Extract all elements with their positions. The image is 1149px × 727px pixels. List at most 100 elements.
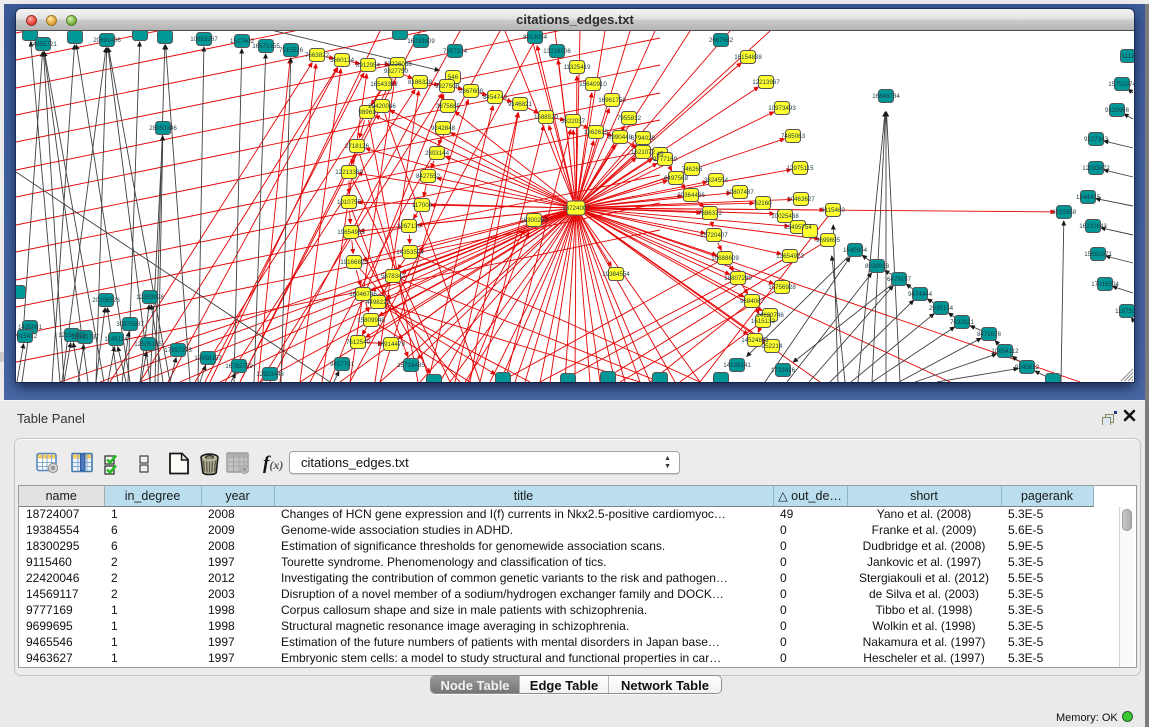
svg-text:19166825: 19166825 <box>340 259 368 266</box>
svg-text:7632621: 7632621 <box>950 319 975 326</box>
svg-text:6479197: 6479197 <box>887 276 912 283</box>
svg-text:3822037: 3822037 <box>561 118 586 125</box>
svg-text:12359928: 12359928 <box>136 294 164 301</box>
svg-text:14136141: 14136141 <box>723 362 751 369</box>
svg-text:1145114: 1145114 <box>104 336 128 343</box>
svg-text:13654923: 13654923 <box>776 253 804 260</box>
svg-text:17957273: 17957273 <box>164 347 192 354</box>
svg-text:8427552: 8427552 <box>416 173 441 180</box>
svg-text:15751074: 15751074 <box>1108 81 1134 88</box>
svg-text:2935134: 2935134 <box>929 305 954 312</box>
svg-text:6497568: 6497568 <box>664 175 689 182</box>
svg-text:14353504: 14353504 <box>396 249 424 256</box>
svg-text:17016504: 17016504 <box>1091 281 1119 288</box>
svg-text:2867608: 2867608 <box>459 88 484 95</box>
svg-text:7857224: 7857224 <box>443 48 468 55</box>
svg-text:12342737: 12342737 <box>71 334 99 341</box>
svg-text:12975115: 12975115 <box>786 165 814 172</box>
svg-text:12213967: 12213967 <box>752 79 780 86</box>
svg-text:18300295: 18300295 <box>520 217 548 224</box>
svg-text:11325419: 11325419 <box>563 64 591 71</box>
svg-text:9242848: 9242848 <box>431 125 456 132</box>
svg-text:9227343: 9227343 <box>1084 136 1109 143</box>
svg-text:10958157: 10958157 <box>194 355 222 362</box>
svg-text:3875685: 3875685 <box>436 103 461 110</box>
svg-text:1112: 1112 <box>1122 53 1134 60</box>
svg-text:2687682: 2687682 <box>709 37 734 44</box>
svg-text:9245612: 9245612 <box>1015 364 1040 371</box>
svg-text:12505135: 12505135 <box>134 341 162 348</box>
svg-text:16782759: 16782759 <box>225 363 253 370</box>
svg-text:8471676: 8471676 <box>977 331 1002 338</box>
svg-text:15809948: 15809948 <box>357 317 385 324</box>
svg-text:252214: 252214 <box>762 343 783 350</box>
svg-text:3915412: 3915412 <box>16 333 38 340</box>
svg-text:20206526: 20206526 <box>92 297 120 304</box>
svg-text:12213369: 12213369 <box>335 169 363 176</box>
svg-text:12093872: 12093872 <box>1082 165 1110 172</box>
svg-text:13218506: 13218506 <box>543 48 571 55</box>
svg-text:9684067: 9684067 <box>740 298 765 305</box>
svg-text:10807487: 10807487 <box>726 189 754 196</box>
svg-text:3660124: 3660124 <box>330 57 355 64</box>
svg-text:746266: 746266 <box>682 166 703 173</box>
svg-text:10756928: 10756928 <box>768 284 796 291</box>
svg-text:8912954: 8912954 <box>356 62 381 69</box>
svg-text:117006: 117006 <box>412 202 433 209</box>
svg-text:1527602: 1527602 <box>230 38 255 45</box>
svg-text:62160: 62160 <box>754 200 772 207</box>
svg-text:1362615: 1362615 <box>584 129 609 136</box>
svg-text:4498222: 4498222 <box>366 299 391 306</box>
svg-text:2803144: 2803144 <box>425 150 450 157</box>
svg-text:9777169: 9777169 <box>653 156 678 163</box>
svg-text:19384554: 19384554 <box>602 271 630 278</box>
svg-text:7515526: 7515526 <box>279 47 304 54</box>
svg-text:8813054: 8813054 <box>523 34 548 41</box>
svg-text:2718126: 2718126 <box>345 143 370 150</box>
svg-text:1615132: 1615132 <box>751 318 776 325</box>
svg-text:16033809: 16033809 <box>407 38 435 45</box>
svg-text:7886372: 7886372 <box>698 210 723 217</box>
svg-text:7663822: 7663822 <box>305 52 330 59</box>
svg-text:30975887: 30975887 <box>116 321 144 328</box>
svg-text:16046746: 16046746 <box>349 291 377 298</box>
svg-text:13495754: 13495754 <box>784 224 812 231</box>
svg-text:10973493: 10973493 <box>768 105 796 112</box>
svg-text:6794028: 6794028 <box>631 135 656 142</box>
svg-text:16671355: 16671355 <box>252 43 280 50</box>
svg-text:10463627: 10463627 <box>787 196 815 203</box>
svg-text:9327508: 9327508 <box>435 83 460 90</box>
svg-text:15716485: 15716485 <box>397 362 425 369</box>
svg-text:15720407: 15720407 <box>700 232 728 239</box>
svg-text:98961: 98961 <box>358 109 376 116</box>
svg-text:9474444: 9474444 <box>908 291 933 298</box>
svg-text:8454749: 8454749 <box>483 94 508 101</box>
svg-text:10653267: 10653267 <box>190 36 218 43</box>
svg-text:16543392: 16543392 <box>370 81 398 88</box>
svg-text:10654112: 10654112 <box>991 348 1019 355</box>
svg-text:3267130: 3267130 <box>397 223 422 230</box>
svg-text:15640910: 15640910 <box>579 81 607 88</box>
svg-text:1733426: 1733426 <box>771 367 796 374</box>
svg-text:1640954: 1640954 <box>843 247 868 254</box>
svg-text:16914479: 16914479 <box>377 341 405 348</box>
svg-text:19654985: 19654985 <box>337 229 365 236</box>
svg-text:28053346: 28053346 <box>149 125 177 132</box>
svg-text:8938918: 8938918 <box>865 263 890 270</box>
svg-text:16961758: 16961758 <box>598 97 626 104</box>
svg-text:7955812: 7955812 <box>617 115 642 122</box>
svg-text:9115460: 9115460 <box>821 207 845 214</box>
svg-text:7485063: 7485063 <box>781 133 806 140</box>
svg-text:1244415: 1244415 <box>1076 194 1101 201</box>
svg-text:1187533: 1187533 <box>1115 308 1134 315</box>
svg-text:10025438: 10025438 <box>771 213 799 220</box>
svg-text:12923448: 12923448 <box>256 371 284 378</box>
svg-text:5878342: 5878342 <box>381 273 406 280</box>
svg-text:546: 546 <box>448 74 459 81</box>
svg-text:10688609: 10688609 <box>711 255 739 262</box>
svg-text:1588520: 1588520 <box>534 114 559 121</box>
svg-text:18724007: 18724007 <box>562 205 590 212</box>
svg-text:9457791: 9457791 <box>330 361 355 368</box>
svg-text:18807249: 18807249 <box>724 275 752 282</box>
svg-text:16648784: 16648784 <box>872 93 900 100</box>
